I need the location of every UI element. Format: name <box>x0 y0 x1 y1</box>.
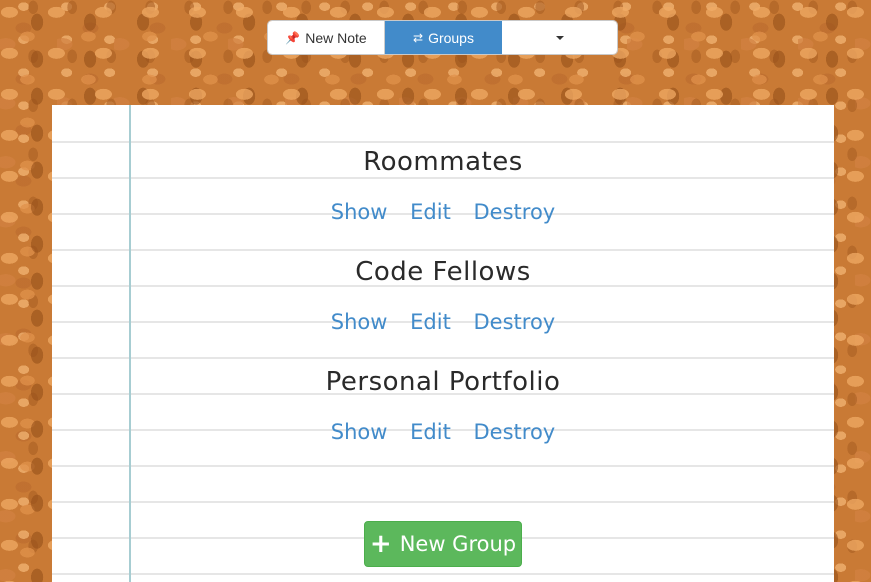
destroy-link[interactable]: Destroy <box>474 200 556 224</box>
groups-label: Groups <box>428 29 474 46</box>
destroy-link[interactable]: Destroy <box>474 420 556 444</box>
edit-link[interactable]: Edit <box>410 200 451 224</box>
group-title: Personal Portfolio <box>325 367 561 397</box>
edit-link[interactable]: Edit <box>410 310 451 334</box>
edit-link[interactable]: Edit <box>410 420 451 444</box>
group-actions: Show Edit Destroy <box>52 420 834 444</box>
new-note-button[interactable]: 📌 New Note <box>268 21 385 54</box>
show-link[interactable]: Show <box>331 420 388 444</box>
new-note-label: New Note <box>305 29 367 46</box>
caret-down-icon <box>555 35 564 40</box>
new-group-label: New Group <box>399 532 517 556</box>
dropdown-toggle-button[interactable] <box>502 21 617 54</box>
plus-icon: + <box>369 529 392 559</box>
groups-button[interactable]: ⇄ Groups <box>385 21 502 54</box>
group-actions: Show Edit Destroy <box>52 200 834 224</box>
pushpin-icon: 📌 <box>285 30 301 45</box>
group-actions: Show Edit Destroy <box>52 310 834 334</box>
top-toolbar: 📌 New Note ⇄ Groups <box>268 21 617 54</box>
group-title: Code Fellows <box>355 257 531 287</box>
show-link[interactable]: Show <box>331 310 388 334</box>
new-group-button[interactable]: + New Group <box>364 521 522 567</box>
show-link[interactable]: Show <box>331 200 388 224</box>
notebook-paper: Roommates Show Edit Destroy Code Fellows… <box>52 105 834 582</box>
group-title: Roommates <box>363 147 523 177</box>
destroy-link[interactable]: Destroy <box>474 310 556 334</box>
swap-arrows-icon: ⇄ <box>413 30 424 45</box>
